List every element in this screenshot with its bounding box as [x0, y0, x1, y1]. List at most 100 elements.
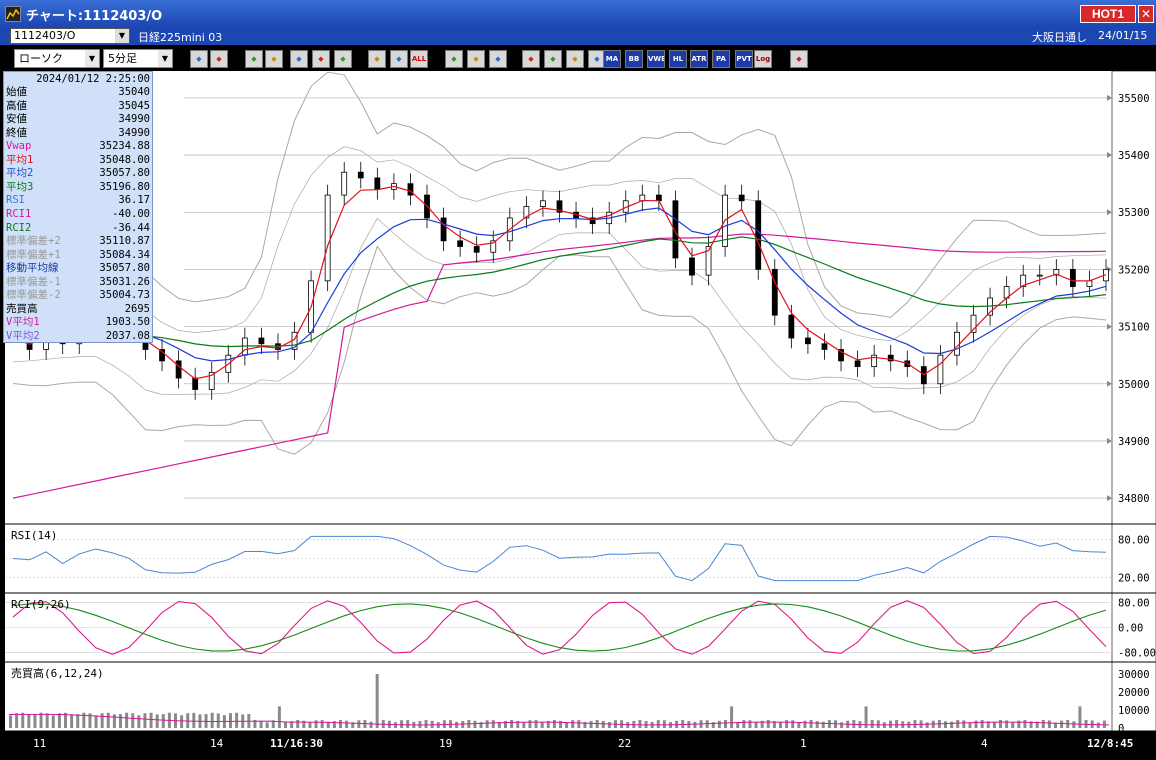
grid-glyph: ◆ [594, 55, 600, 63]
info-row: 平均3 35196.80 [6, 181, 150, 194]
volume-bar [693, 721, 697, 728]
chart-type-select[interactable]: ローソク ▼ [14, 49, 100, 68]
price-axis-label: 35100 [1118, 322, 1150, 334]
symbol-name: 日経225mini 03 [138, 31, 223, 44]
erase-icon[interactable]: ◆ [489, 50, 507, 68]
flag-icon[interactable]: ◆ [312, 50, 330, 68]
interval-select[interactable]: 5分足 ▼ [103, 49, 173, 68]
info-value: 2695 [124, 302, 150, 315]
toolbar-all-button[interactable]: ALL [410, 50, 428, 68]
info-label: 始値 [6, 86, 27, 98]
info-row: 移動平均線 35057.80 [6, 262, 150, 275]
info-value: 34990 [118, 113, 150, 126]
volume-bar [357, 720, 361, 728]
x-axis-label: 11/16:30 [270, 737, 323, 750]
info-value: 35040 [118, 86, 150, 98]
volume-bar [339, 719, 342, 728]
symbol-bar: 1112403/O ▼ 日経225mini 03 大阪日通し 24/01/15 [0, 27, 1156, 45]
select-glyph: ◆ [473, 55, 479, 63]
interval-label: 5分足 [108, 52, 137, 65]
tool-icon[interactable]: ◆ [522, 50, 540, 68]
price-axis-label: 34800 [1118, 493, 1150, 505]
symbol-select[interactable]: 1112403/O ▼ [10, 28, 130, 44]
volume-bar [742, 720, 746, 728]
info-label: RCI2 [6, 221, 32, 234]
candle-body [473, 246, 480, 253]
close-icon[interactable]: ✕ [1138, 5, 1154, 23]
toolbar-bb-button[interactable]: BB [625, 50, 643, 68]
chart-area[interactable]: 35500 35400 35300 35200 35100 35000 34900 34800… [5, 70, 1156, 760]
volume-bar [455, 721, 459, 728]
pen-icon[interactable]: ◆ [445, 50, 463, 68]
info-label: 平均3 [6, 180, 34, 193]
info-row: Vwap 35234.88 [6, 140, 150, 153]
toolbar-pvt-button[interactable]: PVT [735, 50, 753, 68]
volume-bar [51, 715, 55, 728]
info-row: V平均2 2037.08 [6, 330, 150, 343]
volume-bar [235, 712, 239, 728]
color-icon[interactable]: ◆ [566, 50, 584, 68]
zoom-icon[interactable]: ◆ [190, 50, 208, 68]
volume-bar [821, 721, 825, 728]
chevron-down-icon[interactable]: ▼ [85, 50, 99, 67]
volume-bar [70, 714, 74, 728]
cursor-icon[interactable]: ◆ [210, 50, 228, 68]
info-row: 平均2 35057.80 [6, 167, 150, 180]
clock-icon[interactable]: ◆ [265, 50, 283, 68]
edit-icon[interactable]: ◆ [544, 50, 562, 68]
chart-canvas[interactable]: 35500 35400 35300 35200 35100 35000 34900 34800… [5, 70, 1156, 760]
volume-bar [106, 712, 110, 728]
chevron-down-icon[interactable]: ▼ [115, 29, 129, 43]
toolbar-ma-button[interactable]: MA [603, 50, 621, 68]
prev-glyph: ◆ [396, 55, 402, 63]
color-glyph: ◆ [572, 55, 578, 63]
volume-bar [534, 720, 538, 728]
prev-icon[interactable]: ◆ [390, 50, 408, 68]
volume-bar [406, 720, 410, 728]
volume-bar [748, 720, 752, 728]
volume-bar [424, 719, 428, 728]
candle-icon[interactable]: ◆ [368, 50, 386, 68]
clock-glyph: ◆ [271, 55, 277, 63]
chevron-down-icon[interactable]: ▼ [158, 50, 172, 67]
select-icon[interactable]: ◆ [467, 50, 485, 68]
volume-bar [149, 712, 153, 728]
volume-bar [1096, 722, 1100, 728]
chart-background [5, 71, 1156, 760]
info-value: 35110.87 [99, 235, 150, 248]
info-value: -36.44 [112, 221, 150, 234]
pen-glyph: ◆ [451, 55, 457, 63]
toolbar-atr-button[interactable]: ATR [690, 50, 708, 68]
toolbar-hl-button[interactable]: HL [669, 50, 687, 68]
volume-bar [601, 720, 605, 728]
mark-icon[interactable]: ◆ [245, 50, 263, 68]
rci-axis-label: 80.00 [1118, 597, 1150, 609]
candle-body [357, 171, 364, 179]
info-label: Vwap [6, 140, 32, 153]
rci-axis-label: -80.00 [1118, 648, 1156, 660]
volume-bar [180, 715, 184, 728]
info-row: 平均1 35048.00 [6, 154, 150, 167]
volume-bar [9, 715, 12, 728]
x-axis-label: 1 [800, 737, 807, 750]
volume-bar [1023, 719, 1027, 728]
volume-bar [192, 712, 196, 728]
volume-bar [308, 722, 312, 728]
volume-bar [528, 720, 532, 728]
volume-bar [277, 706, 281, 728]
hot-button[interactable]: HOT1 [1080, 5, 1136, 23]
volume-bar [797, 722, 801, 728]
toolbar-vwe-button[interactable]: VWE [647, 50, 665, 68]
table-icon[interactable]: ◆ [290, 50, 308, 68]
volume-bar [656, 720, 660, 728]
info-label: 高値 [6, 99, 27, 112]
info-label: V平均2 [6, 329, 40, 342]
alert-icon[interactable]: ◆ [334, 50, 352, 68]
toolbar-pa-button[interactable]: PA [712, 50, 730, 68]
toolbar: ローソク ▼ 5分足 ▼ ◆ ◆ ◆ ◆ ◆ ◆ ◆ ◆ ◆ ALL ◆ ◆ ◆ ◆ ◆ ◆ ◆ MA BB VWE H… [0, 45, 1156, 71]
volume-bar [925, 722, 929, 728]
candle-body [1036, 274, 1043, 277]
toolbar-log-button[interactable]: Log [754, 50, 772, 68]
candle-body [457, 240, 464, 247]
save-icon[interactable]: ◆ [790, 50, 808, 68]
